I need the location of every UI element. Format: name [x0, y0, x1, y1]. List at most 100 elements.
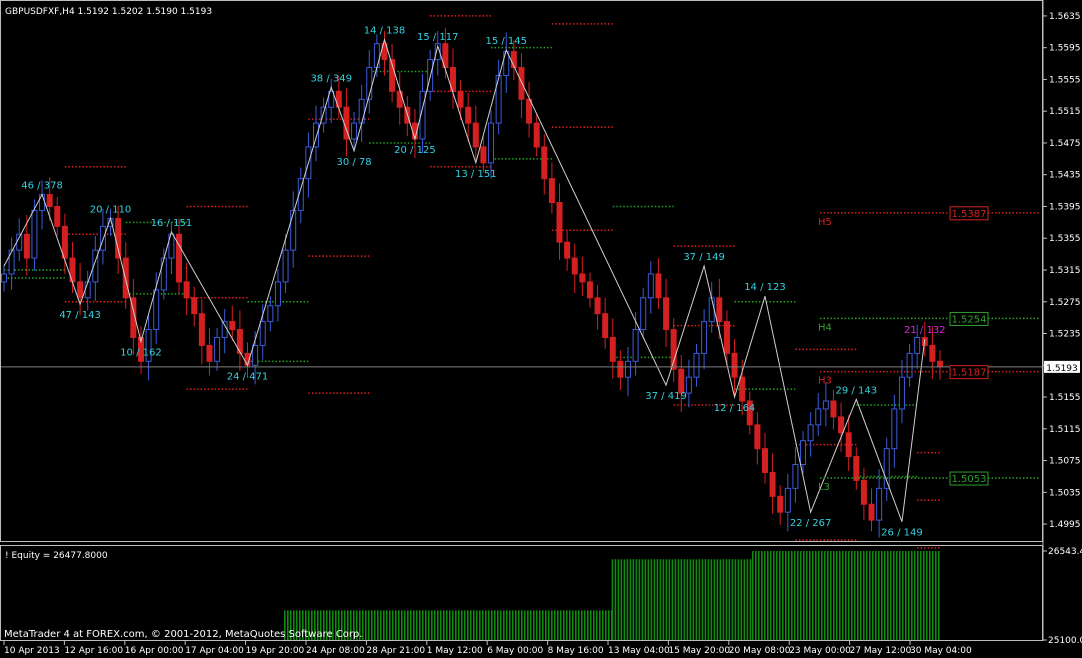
y-tick-label: 1.4995 — [1049, 520, 1081, 530]
candle-body — [548, 178, 555, 204]
candle-body — [259, 321, 266, 346]
candle-body — [564, 241, 571, 259]
candle-body — [351, 122, 358, 140]
copyright-text: MetaTrader 4 at FOREX.com, © 2001-2012, … — [4, 629, 363, 640]
swing-label: 20 / 110 — [90, 204, 132, 215]
candle-body — [290, 209, 297, 251]
candle-body — [647, 273, 654, 299]
candle-body — [617, 360, 624, 378]
y-tick-label: 1.5555 — [1049, 75, 1081, 85]
candle-body — [632, 329, 639, 362]
swing-label: 16 / 151 — [151, 218, 193, 229]
y-tick-label: 1.5515 — [1049, 107, 1081, 117]
candle-body — [191, 297, 198, 315]
level-name: L3 — [818, 482, 830, 493]
swing-label: 26 / 149 — [881, 528, 923, 539]
candle-body — [84, 281, 91, 299]
y-tick-label: 1.5235 — [1049, 330, 1081, 340]
y-tick-label: 1.5115 — [1049, 425, 1081, 435]
candle-body — [221, 321, 228, 338]
candle-body — [488, 122, 495, 164]
symbol-info: GBPUSDFXF,H4 1.5192 1.5202 1.5190 1.5193 — [5, 7, 212, 17]
equity-tick-label: 26543.4 — [1048, 547, 1082, 557]
x-tick-label: 24 Apr 08:00 — [306, 646, 365, 656]
candle-body — [716, 297, 723, 323]
level-value: 1.5254 — [952, 314, 987, 325]
x-tick-label: 27 May 12:00 — [850, 646, 912, 656]
swing-label: 24 / 471 — [227, 371, 269, 382]
candle-body — [678, 368, 685, 394]
candle-body — [99, 225, 106, 251]
candle-body — [541, 146, 548, 180]
candle-body — [815, 408, 822, 426]
candle-body — [465, 106, 472, 124]
candle-body — [206, 344, 213, 362]
candle-body — [594, 297, 601, 315]
y-tick-label: 1.5035 — [1049, 488, 1081, 498]
level-name: H5 — [818, 217, 832, 228]
candle-body — [46, 194, 53, 207]
x-tick-label: 17 Apr 04:00 — [185, 646, 244, 656]
y-tick-label: 1.5475 — [1049, 139, 1081, 149]
y-tick-label: 1.5595 — [1049, 44, 1081, 54]
x-tick-label: 8 May 16:00 — [548, 646, 604, 656]
candle-body — [663, 297, 670, 331]
x-tick-label: 23 May 00:00 — [789, 646, 851, 656]
swing-label: 21 / 132 — [904, 325, 946, 336]
candle-body — [495, 74, 502, 124]
y-tick-label: 1.5635 — [1049, 12, 1081, 22]
candle-body — [670, 329, 677, 370]
swing-label: 14 / 138 — [364, 26, 406, 37]
swing-label: 22 / 267 — [790, 518, 832, 529]
candle-body — [640, 297, 647, 331]
x-tick-label: 20 May 08:00 — [729, 646, 791, 656]
y-tick-label: 1.5075 — [1049, 457, 1081, 467]
x-tick-label: 13 May 04:00 — [608, 646, 670, 656]
candle-body — [571, 257, 578, 275]
candle-body — [274, 281, 281, 307]
candle-body — [784, 487, 791, 513]
candle-body — [800, 440, 807, 466]
candle-body — [602, 313, 609, 338]
level-value: 1.5387 — [952, 209, 987, 220]
x-tick-label: 15 May 20:00 — [668, 646, 730, 656]
candle-body — [320, 106, 327, 124]
candle-body — [579, 273, 586, 283]
current-price-label: 1.5193 — [1046, 364, 1078, 374]
y-tick-label: 1.5355 — [1049, 234, 1081, 244]
candle-body — [914, 336, 921, 354]
candle-body — [761, 448, 768, 473]
swing-label: 10 / 162 — [120, 347, 162, 358]
swing-label: 12 / 164 — [714, 403, 756, 414]
swing-label: 20 / 125 — [394, 145, 436, 156]
candle-body — [891, 408, 898, 450]
candle-body — [358, 98, 365, 124]
candle-body — [153, 289, 160, 331]
y-tick-label: 1.5315 — [1049, 266, 1081, 276]
level-value: 1.5187 — [952, 368, 987, 379]
candle-body — [183, 281, 190, 299]
candle-body — [556, 202, 563, 243]
swing-label: 38 / 349 — [310, 73, 352, 84]
candle-body — [160, 257, 167, 291]
level-name: H4 — [818, 322, 832, 333]
candle-body — [929, 344, 936, 362]
swing-label: 15 / 145 — [485, 36, 527, 47]
candle-body — [693, 352, 700, 378]
candle-body — [754, 424, 761, 450]
candle-body — [526, 98, 533, 124]
candle-body — [868, 503, 875, 521]
candle-body — [229, 321, 236, 331]
candle-body — [518, 67, 525, 100]
swing-label: 37 / 149 — [683, 252, 725, 263]
candle-body — [853, 456, 860, 481]
candle-body — [1, 273, 7, 283]
candle-body — [480, 146, 487, 164]
equity-label: ! Equity = 26477.8000 — [5, 551, 108, 561]
candle-body — [807, 424, 814, 442]
candle-body — [77, 281, 84, 299]
candle-body — [723, 321, 730, 354]
candle-body — [655, 273, 662, 299]
candle-body — [883, 448, 890, 489]
level-value: 1.5053 — [952, 474, 987, 485]
